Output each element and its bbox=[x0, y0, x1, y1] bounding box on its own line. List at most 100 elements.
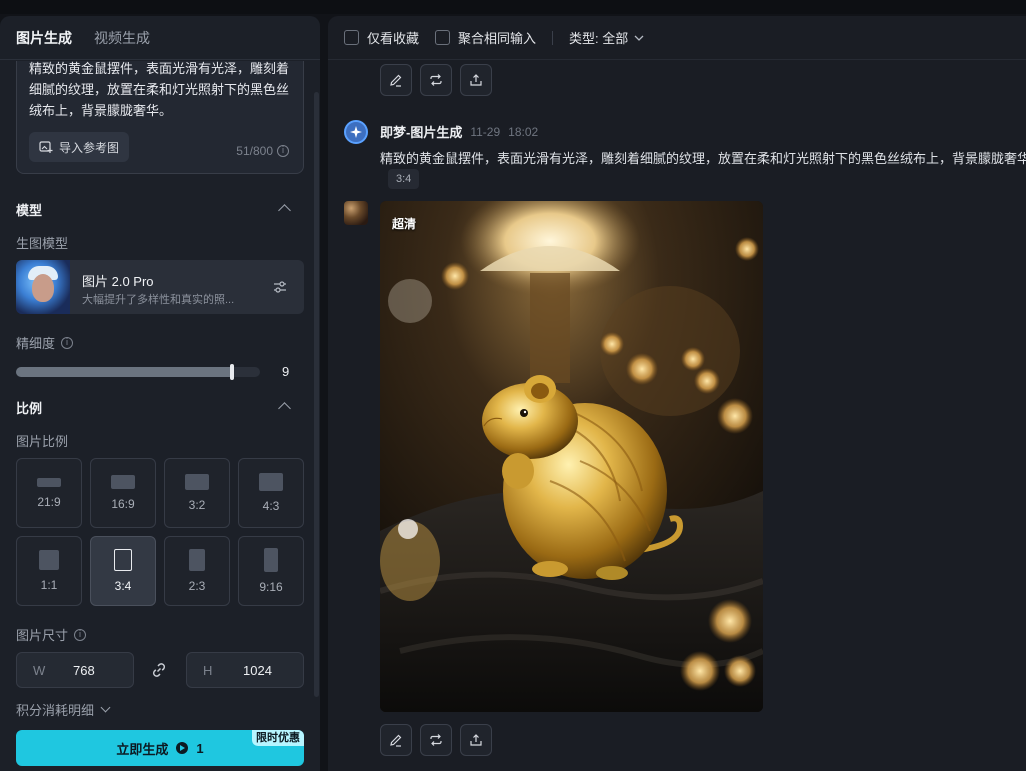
ratio-chip: 3:4 bbox=[388, 169, 420, 189]
results-area: 仅看收藏 聚合相同输入 类型: 全部 即梦-图片生成 11-29 18:02 精… bbox=[328, 16, 1026, 771]
regenerate-button[interactable] bbox=[420, 64, 452, 96]
ratio-shape-icon bbox=[111, 475, 135, 489]
generate-label: 立即生成 bbox=[116, 741, 169, 757]
info-icon[interactable]: i bbox=[277, 145, 289, 157]
generate-cost: 1 bbox=[196, 740, 204, 756]
type-filter-dropdown[interactable]: 类型: 全部 bbox=[569, 28, 646, 47]
tab-video-generation[interactable]: 视频生成 bbox=[94, 28, 150, 48]
type-filter-label: 类型: 全部 bbox=[569, 31, 629, 46]
prompt-input[interactable]: 精致的黄金鼠摆件，表面光滑有光泽，雕刻着细腻的纹理，放置在柔和灯光照射下的黑色丝… bbox=[16, 61, 304, 174]
favorites-only-label: 仅看收藏 bbox=[367, 31, 420, 46]
height-input[interactable]: H 1024 bbox=[186, 652, 304, 688]
generate-button[interactable]: 立即生成 1 限时优惠 bbox=[16, 730, 304, 766]
merge-inputs-checkbox[interactable]: 聚合相同输入 bbox=[435, 28, 536, 47]
message-prompt: 精致的黄金鼠摆件，表面光滑有光泽，雕刻着细腻的纹理，放置在柔和灯光照射下的黑色丝… bbox=[380, 151, 1026, 166]
model-sub-title: 生图模型 bbox=[16, 236, 69, 251]
chevron-down-icon bbox=[100, 702, 111, 713]
message-sender: 即梦-图片生成 bbox=[380, 125, 463, 140]
checkbox-icon bbox=[435, 30, 451, 45]
generation-tabs: 图片生成 视频生成 bbox=[0, 16, 320, 60]
info-icon[interactable]: i bbox=[61, 336, 74, 349]
ratio-section-title: 比例 bbox=[16, 401, 43, 416]
ratio-option-3-2[interactable]: 3:2 bbox=[164, 458, 230, 528]
model-thumbnail bbox=[16, 260, 70, 314]
credits-detail-toggle[interactable]: 积分消耗明细 bbox=[16, 700, 111, 719]
image-add-icon bbox=[39, 141, 53, 153]
ratio-shape-icon bbox=[39, 550, 59, 570]
divider bbox=[552, 30, 554, 45]
model-selector[interactable]: 图片 2.0 Pro 大幅提升了多样性和真实的照... bbox=[16, 260, 304, 314]
ratio-option-9-16[interactable]: 9:16 bbox=[238, 536, 304, 606]
sparkle-icon bbox=[350, 126, 362, 138]
message-date: 11-29 bbox=[470, 124, 501, 139]
ratio-shape-icon bbox=[264, 548, 278, 572]
credit-coin-icon bbox=[176, 742, 189, 754]
ratio-option-16-9[interactable]: 16:9 bbox=[90, 458, 156, 528]
model-name: 图片 2.0 Pro bbox=[82, 274, 154, 289]
tab-image-generation[interactable]: 图片生成 bbox=[16, 28, 72, 48]
width-label: W bbox=[33, 662, 46, 678]
ratio-option-4-3[interactable]: 4:3 bbox=[238, 458, 304, 528]
ratio-option-3-4[interactable]: 3:4 bbox=[90, 536, 156, 606]
detail-slider[interactable] bbox=[16, 364, 260, 380]
width-input[interactable]: W 768 bbox=[16, 652, 134, 688]
checkbox-icon bbox=[344, 30, 359, 45]
size-label: 图片尺寸 bbox=[16, 628, 69, 643]
pencil-icon bbox=[390, 74, 402, 87]
width-value[interactable]: 768 bbox=[73, 663, 95, 678]
height-value[interactable]: 1024 bbox=[243, 663, 272, 678]
chevron-up-icon[interactable] bbox=[278, 204, 291, 217]
result-actions bbox=[380, 724, 492, 756]
detail-value: 9 bbox=[282, 364, 290, 379]
ratio-label: 9:16 bbox=[259, 580, 283, 594]
model-description: 大幅提升了多样性和真实的照... bbox=[82, 294, 235, 306]
prompt-char-counter: 51/800 i bbox=[236, 144, 289, 158]
detail-slider-handle[interactable] bbox=[230, 364, 234, 380]
link-icon[interactable] bbox=[150, 661, 168, 679]
ratio-option-1-1[interactable]: 1:1 bbox=[16, 536, 82, 606]
sliders-settings-icon[interactable] bbox=[272, 279, 288, 295]
hd-badge: 超清 bbox=[392, 217, 417, 231]
info-icon[interactable]: i bbox=[74, 628, 87, 641]
detail-slider-fill bbox=[16, 367, 232, 377]
ratio-label: 3:2 bbox=[188, 498, 206, 512]
ratio-options: 21:9 16:9 3:2 4:3 1:1 3:4 2:3 9:16 bbox=[16, 458, 304, 606]
import-reference-label: 导入参考图 bbox=[59, 140, 120, 155]
regenerate-button[interactable] bbox=[420, 724, 452, 756]
golden-mouse-image bbox=[380, 201, 763, 712]
ratio-shape-icon bbox=[259, 473, 283, 491]
ratio-sub-title: 图片比例 bbox=[16, 434, 69, 449]
ratio-option-21-9[interactable]: 21:9 bbox=[16, 458, 82, 528]
prompt-text[interactable]: 精致的黄金鼠摆件，表面光滑有光泽，雕刻着细腻的纹理，放置在柔和灯光照射下的黑色丝… bbox=[29, 58, 291, 121]
message-time: 18:02 bbox=[508, 124, 539, 139]
ratio-label: 4:3 bbox=[262, 499, 280, 513]
detail-label: 精细度 bbox=[16, 336, 56, 351]
share-button[interactable] bbox=[460, 64, 492, 96]
edit-button[interactable] bbox=[380, 724, 412, 756]
edit-button[interactable] bbox=[380, 64, 412, 96]
size-label-row: 图片尺寸 i bbox=[16, 625, 87, 644]
detail-label-row: 精细度 i bbox=[16, 333, 74, 352]
previous-result-actions bbox=[380, 64, 492, 96]
generated-image[interactable]: 超清 bbox=[380, 201, 763, 712]
ratio-option-2-3[interactable]: 2:3 bbox=[164, 536, 230, 606]
ratio-shape-icon bbox=[189, 549, 205, 571]
model-section-title: 模型 bbox=[16, 203, 43, 218]
repeat-icon bbox=[430, 734, 442, 746]
import-reference-button[interactable]: 导入参考图 bbox=[29, 132, 130, 162]
result-thumbnail-avatar bbox=[344, 201, 368, 225]
left-scrollbar[interactable] bbox=[314, 92, 319, 697]
bot-avatar bbox=[344, 120, 368, 144]
pencil-icon bbox=[390, 734, 402, 747]
ratio-label: 3:4 bbox=[114, 579, 132, 593]
chevron-down-icon bbox=[634, 35, 644, 41]
left-panel: 图片生成 视频生成 精致的黄金鼠摆件，表面光滑有光泽，雕刻着细腻的纹理，放置在柔… bbox=[0, 16, 320, 771]
favorites-only-checkbox[interactable]: 仅看收藏 bbox=[344, 28, 419, 47]
share-button[interactable] bbox=[460, 724, 492, 756]
repeat-icon bbox=[430, 74, 442, 86]
chevron-up-icon[interactable] bbox=[278, 402, 291, 415]
height-label: H bbox=[203, 662, 213, 678]
ratio-label: 1:1 bbox=[40, 578, 58, 592]
message-header: 即梦-图片生成 11-29 18:02 bbox=[380, 122, 538, 141]
window-top-strip bbox=[0, 0, 1026, 14]
